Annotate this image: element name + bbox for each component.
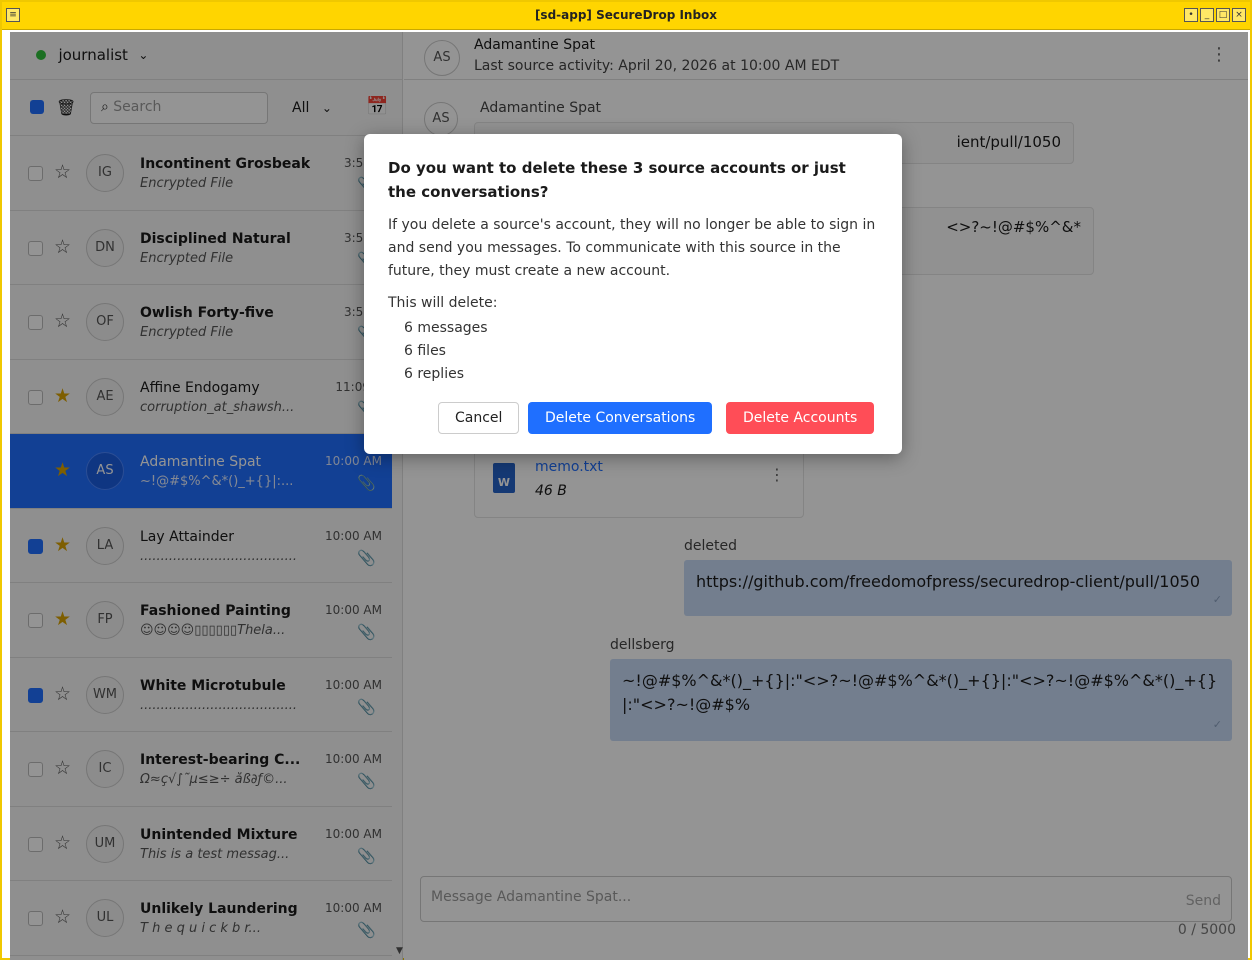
app-window: ≡ [sd-app] SecureDrop Inbox • _ □ × jour…	[0, 0, 1252, 960]
minimize-icon[interactable]: _	[1200, 8, 1214, 22]
list-item: 6 files	[404, 343, 446, 359]
list-item: 6 replies	[404, 366, 464, 382]
delete-dialog: Do you want to delete these 3 source acc…	[364, 134, 902, 454]
cancel-button[interactable]: Cancel	[438, 402, 520, 434]
dialog-body: If you delete a source's account, they w…	[388, 217, 876, 279]
title-bar: ≡ [sd-app] SecureDrop Inbox • _ □ ×	[2, 2, 1250, 30]
window-title: [sd-app] SecureDrop Inbox	[534, 8, 718, 22]
will-delete-label: This will delete:	[388, 295, 498, 311]
app-body: journalist ⌄ 🗑 ⌕ Search All ⌄ 📅 ☆ IG Incon…	[10, 32, 1248, 960]
list-item: 6 messages	[404, 320, 488, 336]
dialog-title: Do you want to delete these 3 source acc…	[388, 159, 846, 201]
maximize-icon[interactable]: □	[1216, 8, 1230, 22]
delete-summary-list: 6 messages 6 files 6 replies	[388, 317, 878, 386]
delete-conversations-button[interactable]: Delete Conversations	[528, 402, 713, 434]
pin-icon[interactable]: •	[1184, 8, 1198, 22]
delete-accounts-button[interactable]: Delete Accounts	[726, 402, 875, 434]
close-icon[interactable]: ×	[1232, 8, 1246, 22]
